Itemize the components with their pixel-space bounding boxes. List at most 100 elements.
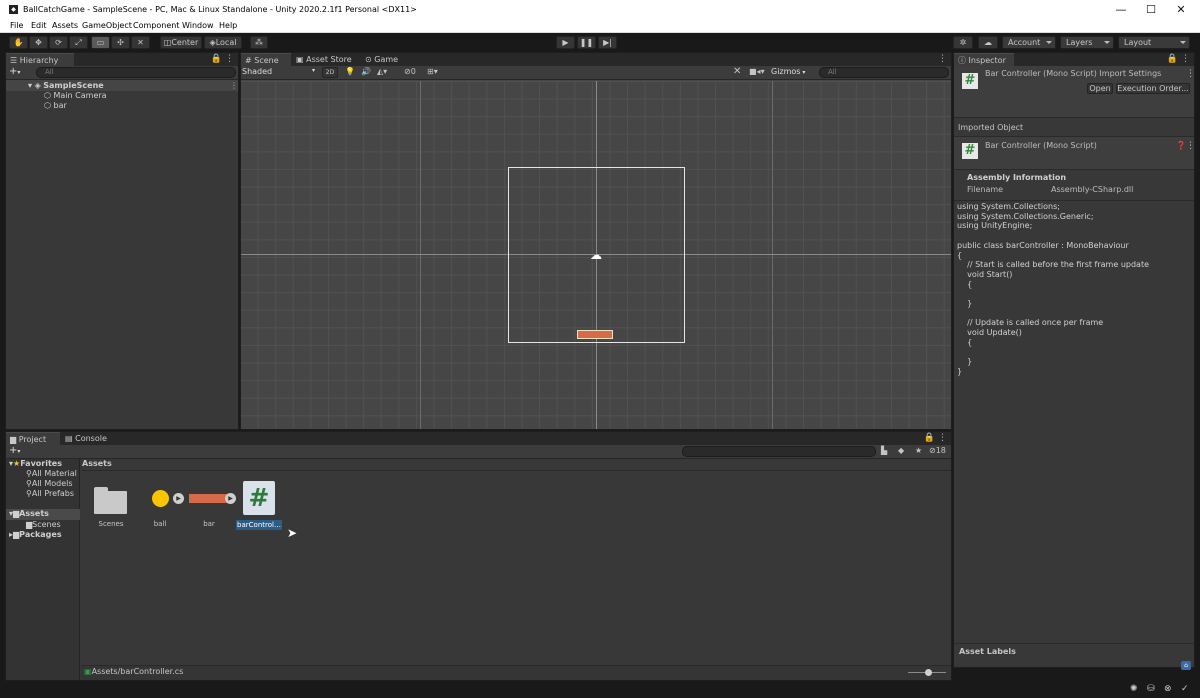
- packages-node[interactable]: ▸▆Packages: [9, 530, 62, 539]
- asset-ball-icon[interactable]: [152, 490, 169, 507]
- tag-icon[interactable]: ⌂: [1181, 661, 1191, 670]
- scale-tool-icon[interactable]: ⤢: [69, 36, 88, 49]
- favorites-node[interactable]: ▾★Favorites: [9, 459, 62, 468]
- lock-icon[interactable]: 🔒: [211, 54, 222, 64]
- more-options-icon[interactable]: ⋮: [1186, 141, 1195, 151]
- project-search-input[interactable]: [682, 446, 876, 457]
- favorite-all-prefabs[interactable]: ⚲All Prefabs: [26, 489, 74, 498]
- play-icon[interactable]: ▶: [173, 493, 184, 504]
- hidden-objects-toggle[interactable]: ⊘0: [404, 67, 416, 76]
- minimize-button[interactable]: —: [1106, 0, 1136, 20]
- effects-icon[interactable]: ◭▾: [377, 67, 387, 76]
- custom-tool-icon[interactable]: ✕: [131, 36, 150, 49]
- lighting-icon[interactable]: 💡: [345, 67, 355, 76]
- menu-gameobject[interactable]: GameObject: [82, 21, 132, 30]
- maximize-button[interactable]: ☐: [1136, 0, 1166, 20]
- grid-toggle-icon[interactable]: ⊞▾: [427, 67, 438, 76]
- search-by-label-icon[interactable]: ◆: [898, 446, 904, 455]
- pivot-local-button[interactable]: ◈Local: [204, 36, 242, 49]
- cache-icon[interactable]: ⛁: [1147, 684, 1155, 694]
- tools-icon[interactable]: ✕: [733, 66, 741, 77]
- tab-game[interactable]: ⊙ Game: [361, 53, 405, 66]
- more-options-icon[interactable]: ⋮: [225, 54, 234, 64]
- scene-search-input[interactable]: All: [819, 67, 949, 78]
- asset-bar-icon[interactable]: [189, 494, 229, 503]
- pivot-center-button[interactable]: ◫Center: [160, 36, 202, 49]
- add-button[interactable]: +▾: [9, 445, 20, 456]
- hierarchy-item-main-camera[interactable]: ⬡ Main Camera: [44, 91, 107, 100]
- tab-console[interactable]: ▤ Console: [61, 432, 111, 445]
- menu-edit[interactable]: Edit: [31, 21, 47, 30]
- camera-icon[interactable]: ■◂▾: [749, 67, 765, 76]
- folder-scenes[interactable]: ▆Scenes: [26, 520, 61, 529]
- grid-snap-icon[interactable]: ⁂: [250, 36, 268, 49]
- asset-script-icon[interactable]: #: [243, 481, 275, 515]
- pause-button[interactable]: ❚❚: [577, 36, 596, 49]
- hidden-packages-toggle[interactable]: ⊘18: [929, 446, 946, 455]
- divider: [954, 200, 1194, 201]
- favorite-all-materials[interactable]: ⚲All Material: [26, 469, 77, 478]
- play-button[interactable]: ▶: [556, 36, 575, 49]
- more-options-icon[interactable]: ⋮: [938, 54, 947, 64]
- project-statusbar: [81, 665, 951, 680]
- play-icon[interactable]: ▶: [225, 493, 236, 504]
- asset-label-selected[interactable]: barControl…: [236, 520, 282, 530]
- collab-icon[interactable]: ✲: [953, 36, 973, 49]
- step-button[interactable]: ▶|: [598, 36, 617, 49]
- assets-node[interactable]: ▾▆Assets: [9, 509, 49, 518]
- tab-scene[interactable]: # Scene: [241, 53, 291, 66]
- shading-dropdown[interactable]: Shaded ▾: [242, 67, 317, 78]
- gizmos-dropdown[interactable]: Gizmos ▾: [771, 67, 805, 76]
- layers-dropdown[interactable]: Layers: [1060, 36, 1114, 49]
- tab-project[interactable]: ▆ Project: [6, 432, 60, 445]
- script-icon: #: [962, 143, 978, 159]
- transform-tool-icon[interactable]: ✣: [111, 36, 130, 49]
- execution-order-button[interactable]: Execution Order...: [1116, 83, 1190, 94]
- search-by-type-icon[interactable]: ▙: [881, 446, 887, 455]
- hierarchy-search-input[interactable]: All: [36, 67, 236, 78]
- scene-viewport[interactable]: ☁: [241, 81, 951, 429]
- add-button[interactable]: +▾: [9, 66, 20, 77]
- hand-tool-icon[interactable]: ✋: [9, 36, 28, 49]
- audio-icon[interactable]: 🔊: [361, 67, 371, 76]
- move-tool-icon[interactable]: ✥: [29, 36, 48, 49]
- rotate-tool-icon[interactable]: ⟳: [49, 36, 68, 49]
- menu-help[interactable]: Help: [219, 21, 237, 30]
- favorites-star-icon[interactable]: ★: [915, 446, 922, 455]
- menu-assets[interactable]: Assets: [52, 21, 78, 30]
- tab-inspector[interactable]: ⓘ Inspector: [954, 53, 1014, 66]
- breadcrumb: Assets: [82, 459, 112, 468]
- menu-window[interactable]: Window: [182, 21, 214, 30]
- help-icon[interactable]: ❓: [1176, 141, 1186, 150]
- more-options-icon[interactable]: ⋮: [938, 433, 947, 443]
- bug-icon[interactable]: ✺: [1130, 684, 1138, 694]
- account-dropdown[interactable]: Account: [1002, 36, 1056, 49]
- 2d-toggle[interactable]: 2D: [322, 67, 338, 78]
- scene-more-icon[interactable]: ⋮: [230, 81, 238, 90]
- hidden-count: 0: [410, 67, 416, 76]
- cloud-icon[interactable]: ☁: [978, 36, 998, 49]
- hierarchy-item-bar[interactable]: ⬡ bar: [44, 101, 67, 110]
- scene-root-item[interactable]: ▾ ◈ SampleScene: [28, 81, 104, 90]
- rect-tool-icon[interactable]: ▭: [91, 36, 110, 49]
- unity-logo-icon: ◆: [9, 5, 18, 14]
- tab-hierarchy[interactable]: ☰ Hierarchy: [6, 53, 74, 66]
- more-options-icon[interactable]: ⋮: [1181, 54, 1190, 64]
- lock-icon[interactable]: 🔒: [924, 433, 935, 443]
- close-button[interactable]: ✕: [1166, 0, 1196, 20]
- menu-file[interactable]: File: [10, 21, 23, 30]
- more-options-icon[interactable]: ⋮: [1186, 69, 1195, 79]
- menu-component[interactable]: Component: [133, 21, 179, 30]
- network-icon[interactable]: ⊗: [1164, 684, 1172, 694]
- bar-sprite[interactable]: [577, 330, 613, 339]
- camera-gizmo-icon[interactable]: ☁: [590, 248, 602, 262]
- selected-asset-path-label: Assets/barController.cs: [91, 667, 184, 676]
- layout-dropdown[interactable]: Layout: [1118, 36, 1190, 49]
- asset-scenes[interactable]: [94, 487, 127, 514]
- icon-size-slider-handle[interactable]: [925, 669, 932, 676]
- open-button[interactable]: Open: [1087, 83, 1113, 94]
- lock-icon[interactable]: 🔒: [1167, 54, 1178, 64]
- check-icon[interactable]: ✓: [1181, 684, 1189, 694]
- tab-asset-store[interactable]: ▣ Asset Store: [292, 53, 360, 66]
- favorite-all-models[interactable]: ⚲All Models: [26, 479, 73, 488]
